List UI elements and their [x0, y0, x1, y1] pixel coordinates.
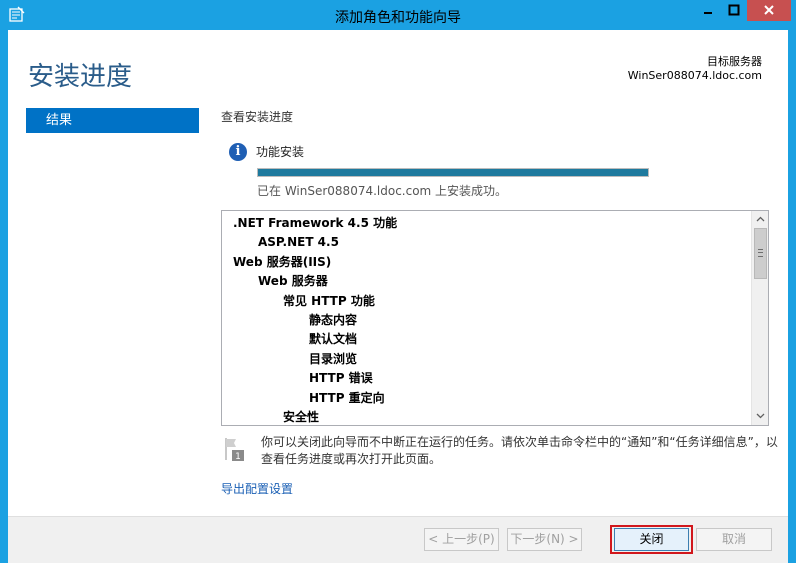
flag-icon: 1 [225, 438, 244, 462]
feature-item: .NET Framework 4.5 功能 [233, 216, 398, 230]
section-title: 查看安装进度 [221, 110, 294, 124]
nav-item-results[interactable]: 结果 [26, 108, 199, 133]
install-progress-bar [257, 168, 649, 177]
page-title: 安装进度 [28, 62, 133, 92]
feature-item: 默认文档 [309, 332, 358, 347]
feature-item: ASP.NET 4.5 [258, 235, 339, 250]
close-button[interactable]: 关闭 [614, 528, 689, 551]
info-icon: i [229, 143, 247, 161]
vertical-scrollbar[interactable] [751, 211, 768, 425]
close-icon [764, 5, 774, 15]
cancel-button[interactable]: 取消 [696, 528, 772, 551]
info-note: 1 你可以关闭此向导而不中断正在运行的任务。请依次单击命令栏中的“通知”和“任务… [221, 434, 781, 474]
wizard-nav: 结果 [26, 108, 199, 133]
export-config-link[interactable]: 导出配置设置 [221, 480, 293, 497]
wizard-client-area: 安装进度 目标服务器 WinSer088074.ldoc.com 结果 查看安装… [8, 30, 788, 563]
feature-item: 静态内容 [309, 313, 358, 328]
next-button[interactable]: 下一步(N) > [507, 528, 582, 551]
chevron-down-icon [756, 413, 764, 419]
target-server-name: WinSer088074.ldoc.com [627, 69, 762, 82]
window-title: 添加角色和功能向导 [335, 10, 461, 26]
progress-fill [258, 169, 648, 176]
success-message: 已在 WinSer088074.ldoc.com 上安装成功。 [257, 184, 508, 198]
feature-item: Web 服务器(IIS) [233, 254, 332, 269]
button-bar: < 上一步(P) 下一步(N) > 关闭 取消 [8, 516, 788, 563]
scroll-thumb[interactable] [754, 228, 767, 279]
feature-item: HTTP 错误 [309, 371, 373, 386]
wizard-window: 添加角色和功能向导 安装进度 目标服务器 WinSer088074.ldoc.c… [0, 0, 796, 563]
scroll-down-button[interactable] [752, 408, 768, 425]
title-bar[interactable]: 添加角色和功能向导 [0, 0, 796, 30]
feature-item: Web 服务器 [258, 274, 328, 289]
note-text: 你可以关闭此向导而不中断正在运行的任务。请依次单击命令栏中的“通知”和“任务详细… [261, 434, 781, 468]
feature-item: 安全性 [283, 410, 320, 425]
feature-item: HTTP 重定向 [309, 390, 385, 405]
grip-icon [758, 249, 763, 257]
maximize-button[interactable] [721, 0, 747, 21]
maximize-icon [728, 4, 740, 16]
note-line-2: 查看任务进度或再次打开此页面。 [261, 452, 442, 466]
scroll-up-button[interactable] [752, 211, 768, 228]
target-server-label: 目标服务器 [707, 55, 762, 68]
minimize-button[interactable] [695, 0, 721, 21]
target-server-info: 目标服务器 WinSer088074.ldoc.com [628, 55, 762, 83]
note-line-1: 你可以关闭此向导而不中断正在运行的任务。请依次单击命令栏中的“通知”和“任务详细… [261, 435, 778, 449]
main-content: 查看安装进度 i 功能安装 已在 WinSer088074.ldoc.com 上… [221, 108, 778, 496]
minimize-icon [704, 12, 712, 14]
status-label: 功能安装 [256, 145, 305, 159]
feature-list[interactable]: .NET Framework 4.5 功能 ASP.NET 4.5 Web 服务器(… [221, 210, 769, 426]
svg-text:1: 1 [235, 452, 241, 462]
feature-item: 目录浏览 [309, 351, 358, 366]
close-window-button[interactable] [747, 0, 791, 21]
previous-button[interactable]: < 上一步(P) [424, 528, 499, 551]
feature-item: 常见 HTTP 功能 [283, 293, 375, 308]
chevron-up-icon [756, 216, 764, 222]
feature-list-items: .NET Framework 4.5 功能 ASP.NET 4.5 Web 服务器(… [222, 211, 751, 425]
